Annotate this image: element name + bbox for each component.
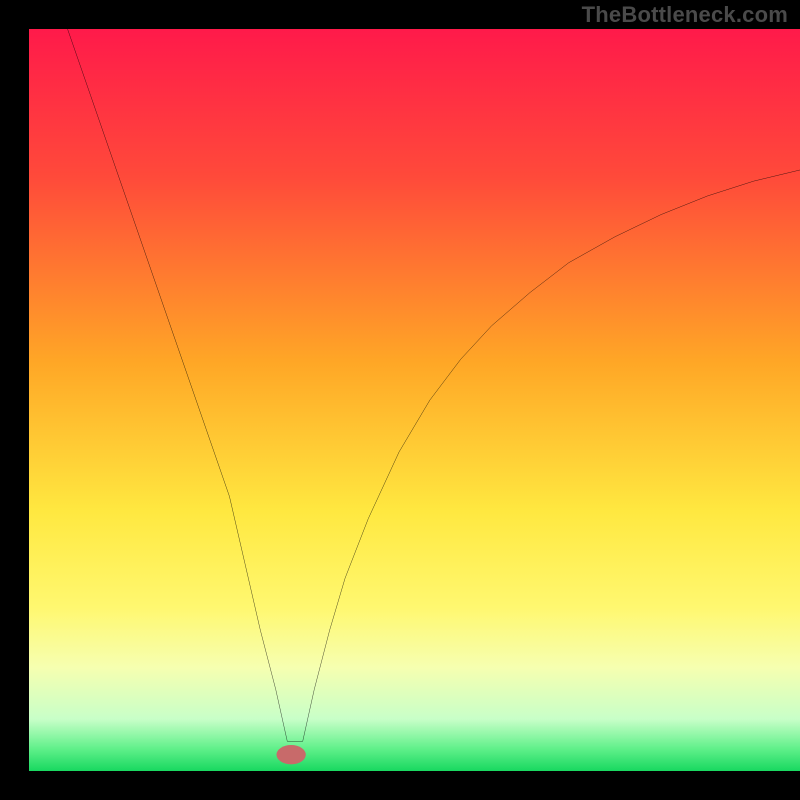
chart-frame: TheBottleneck.com [0,0,800,800]
chart-svg [29,29,800,771]
plot-area [29,29,800,771]
watermark-text: TheBottleneck.com [582,2,788,28]
gradient-background [29,29,800,771]
optimal-marker [276,745,305,764]
